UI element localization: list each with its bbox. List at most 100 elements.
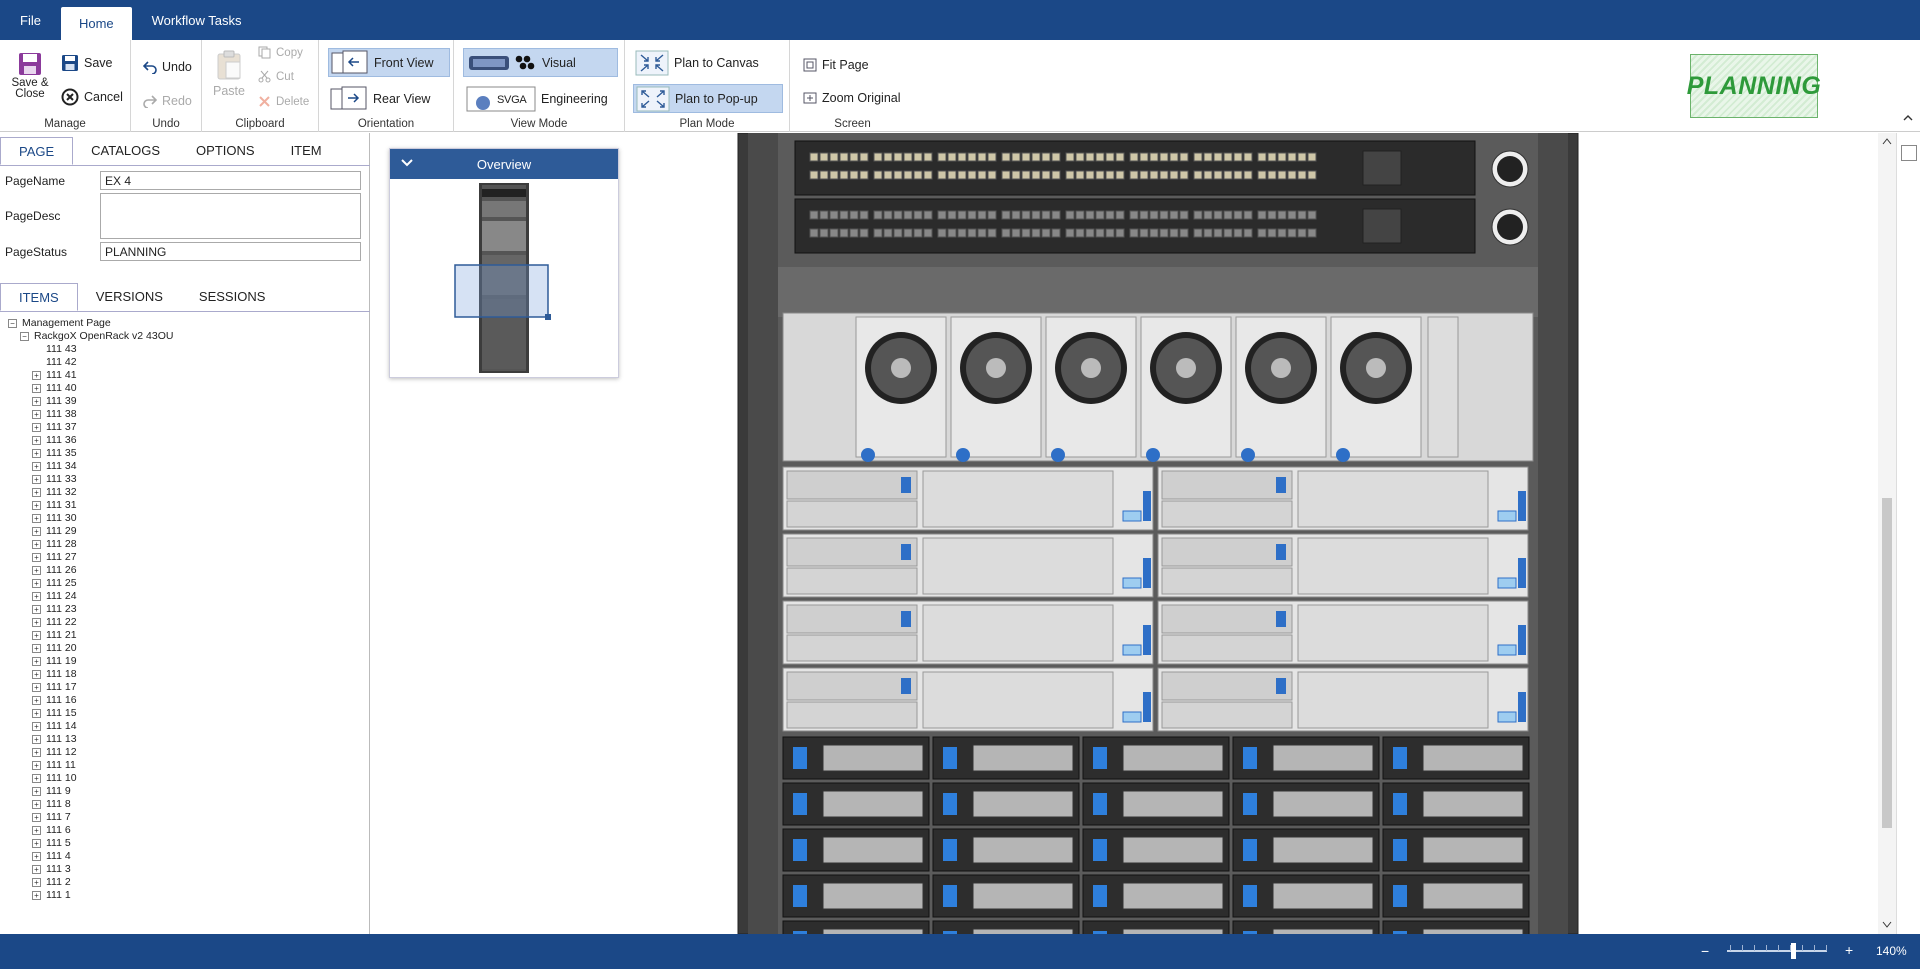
expand-icon[interactable]: + [32,851,41,861]
redo-button[interactable]: Redo [143,94,192,108]
expand-icon[interactable]: + [32,669,41,679]
expand-icon[interactable]: + [32,630,41,640]
tree-item[interactable]: +111 29 [32,525,77,538]
tree-item[interactable]: +111 31 [32,499,77,512]
tab-item[interactable]: ITEM [273,137,340,165]
expand-icon[interactable]: + [32,721,41,731]
tree-item[interactable]: +111 36 [32,434,77,447]
tree-item[interactable]: +111 19 [32,655,77,668]
expand-icon[interactable]: + [32,552,41,562]
plan-to-canvas-button[interactable]: Plan to Canvas [633,48,783,77]
expand-icon[interactable]: + [32,461,41,471]
tree-item[interactable]: +111 25 [32,577,77,590]
tree-item[interactable]: +111 24 [32,590,77,603]
tab-page[interactable]: PAGE [0,137,74,165]
expand-icon[interactable]: + [32,799,41,809]
expand-icon[interactable]: + [32,747,41,757]
tree-item[interactable]: +111 14 [32,720,77,733]
tree-item[interactable]: +111 6 [32,824,71,837]
expand-icon[interactable]: + [32,565,41,575]
tree-item[interactable]: +111 18 [32,668,77,681]
vertical-scrollbar[interactable] [1878,133,1896,934]
tree-item[interactable]: +111 4 [32,850,71,863]
tree-rack[interactable]: − RackgoX OpenRack v2 43OU [20,330,173,343]
expand-icon[interactable]: + [32,825,41,835]
tree-item[interactable]: +111 17 [32,681,77,694]
tree-item[interactable]: +111 27 [32,551,77,564]
delete-button[interactable]: Delete [258,95,309,108]
expand-icon[interactable]: + [32,422,41,432]
expand-icon[interactable]: + [32,877,41,887]
tree-item[interactable]: 111 42 [32,356,77,369]
menu-home[interactable]: Home [60,7,132,40]
front-view-button[interactable]: Front View [328,48,450,77]
expand-icon[interactable]: + [32,643,41,653]
expand-icon[interactable]: + [32,734,41,744]
rear-view-button[interactable]: Rear View [328,84,450,113]
tree-item[interactable]: +111 21 [32,629,77,642]
tree-item[interactable]: +111 5 [32,837,71,850]
expand-icon[interactable]: + [32,812,41,822]
tree-item[interactable]: +111 12 [32,746,77,759]
tree-root[interactable]: − Management Page [8,317,111,330]
expand-icon[interactable]: + [32,513,41,523]
paste-button[interactable]: Paste [213,50,245,98]
tree-item[interactable]: +111 20 [32,642,77,655]
scroll-down-icon[interactable] [1882,921,1892,929]
tree-item[interactable]: 111 43 [32,343,77,356]
expand-icon[interactable]: + [32,890,41,900]
expand-icon[interactable]: + [32,682,41,692]
expand-icon[interactable]: + [32,838,41,848]
tree-item[interactable]: +111 26 [32,564,77,577]
zoom-out-button[interactable]: − [1701,943,1709,959]
tree-item[interactable]: +111 35 [32,447,77,460]
tree-item[interactable]: +111 37 [32,421,77,434]
tree-item[interactable]: +111 1 [32,889,71,902]
engineering-view-button[interactable]: SVGA Engineering [463,84,618,113]
fit-page-button[interactable]: Fit Page [803,58,869,72]
tree-item[interactable]: +111 9 [32,785,71,798]
undo-button[interactable]: Undo [143,60,192,74]
tab-sessions[interactable]: SESSIONS [181,283,283,311]
tree-item[interactable]: +111 2 [32,876,71,889]
panel-toggle-checkbox[interactable] [1901,145,1917,161]
zoom-in-button[interactable]: + [1845,942,1853,958]
visual-view-button[interactable]: Visual [463,48,618,77]
page-status-input[interactable] [100,242,361,261]
tab-catalogs[interactable]: CATALOGS [73,137,178,165]
expand-icon[interactable]: + [32,539,41,549]
tree-item[interactable]: +111 39 [32,395,77,408]
tree-item[interactable]: +111 32 [32,486,77,499]
tree-item[interactable]: +111 23 [32,603,77,616]
tree-item[interactable]: +111 8 [32,798,71,811]
expand-icon[interactable]: + [32,474,41,484]
scrollbar-thumb[interactable] [1882,498,1892,828]
expand-icon[interactable]: + [32,760,41,770]
copy-button[interactable]: Copy [258,46,303,59]
expand-icon[interactable]: + [32,617,41,627]
tree-item[interactable]: +111 38 [32,408,77,421]
tree-item[interactable]: +111 28 [32,538,77,551]
tree-item[interactable]: +111 11 [32,759,76,772]
tree-item[interactable]: +111 41 [32,369,77,382]
expand-icon[interactable]: + [32,409,41,419]
expand-icon[interactable]: + [32,500,41,510]
page-name-input[interactable] [100,171,361,190]
expand-icon[interactable]: + [32,695,41,705]
expand-icon[interactable]: + [32,526,41,536]
zoom-slider-thumb[interactable] [1791,943,1796,959]
expand-icon[interactable]: + [32,656,41,666]
tree-item[interactable]: +111 22 [32,616,77,629]
expand-icon[interactable]: + [32,578,41,588]
tab-versions[interactable]: VERSIONS [78,283,181,311]
expand-icon[interactable]: + [32,604,41,614]
scroll-up-icon[interactable] [1882,137,1892,145]
tree-item[interactable]: +111 33 [32,473,77,486]
expand-icon[interactable]: + [32,448,41,458]
expand-icon[interactable]: + [32,786,41,796]
menu-workflow-tasks[interactable]: Workflow Tasks [132,0,262,40]
expand-icon[interactable]: + [32,773,41,783]
expand-icon[interactable]: + [32,396,41,406]
tree-item[interactable]: +111 15 [32,707,77,720]
tab-items[interactable]: ITEMS [0,283,78,311]
